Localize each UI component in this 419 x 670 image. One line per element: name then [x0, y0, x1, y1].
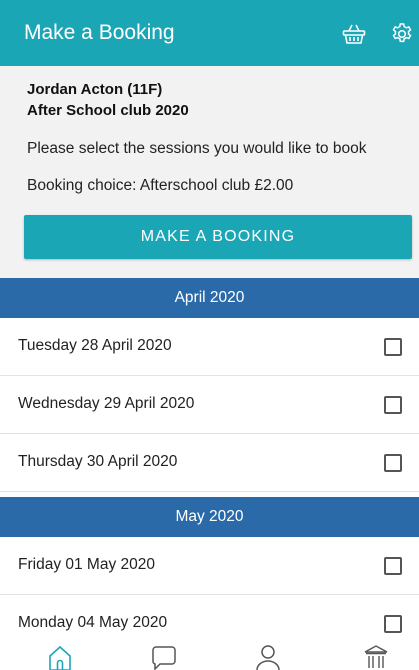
booking-info-panel: Jordan Acton (11F) After School club 202…	[0, 66, 419, 278]
basket-icon[interactable]	[340, 20, 368, 48]
session-row[interactable]: Tuesday 28 April 2020	[0, 318, 419, 376]
session-date: Monday 04 May 2020	[18, 614, 168, 631]
page-title: Make a Booking	[24, 21, 175, 44]
session-row[interactable]: Wednesday 29 April 2020	[0, 376, 419, 434]
gear-icon[interactable]	[388, 20, 416, 48]
home-icon[interactable]	[42, 644, 78, 670]
bottom-navigation	[0, 642, 419, 670]
instruction-text: Please select the sessions you would lik…	[27, 140, 367, 157]
month-header-may: May 2020	[0, 497, 419, 537]
club-name: After School club 2020	[27, 102, 189, 119]
student-details: Jordan Acton (11F) After School club 202…	[27, 79, 189, 121]
session-checkbox[interactable]	[384, 396, 402, 414]
booking-choice-text: Booking choice: Afterschool club £2.00	[27, 177, 294, 194]
month-header-april: April 2020	[0, 278, 419, 318]
app-bar: Make a Booking	[0, 0, 419, 66]
session-row[interactable]: Friday 01 May 2020	[0, 537, 419, 595]
session-checkbox[interactable]	[384, 454, 402, 472]
session-date: Wednesday 29 April 2020	[18, 395, 195, 412]
session-date: Tuesday 28 April 2020	[18, 337, 172, 354]
user-icon[interactable]	[250, 644, 286, 670]
session-row[interactable]: Monday 04 May 2020	[0, 595, 419, 645]
session-date: Friday 01 May 2020	[18, 556, 155, 573]
session-checkbox[interactable]	[384, 615, 402, 633]
chat-icon[interactable]	[146, 644, 182, 670]
make-booking-button[interactable]: MAKE A BOOKING	[24, 215, 412, 259]
bank-icon[interactable]	[358, 644, 394, 670]
session-checkbox[interactable]	[384, 338, 402, 356]
session-checkbox[interactable]	[384, 557, 402, 575]
student-name: Jordan Acton (11F)	[27, 81, 163, 98]
session-row[interactable]: Thursday 30 April 2020	[0, 434, 419, 492]
session-date: Thursday 30 April 2020	[18, 453, 178, 470]
